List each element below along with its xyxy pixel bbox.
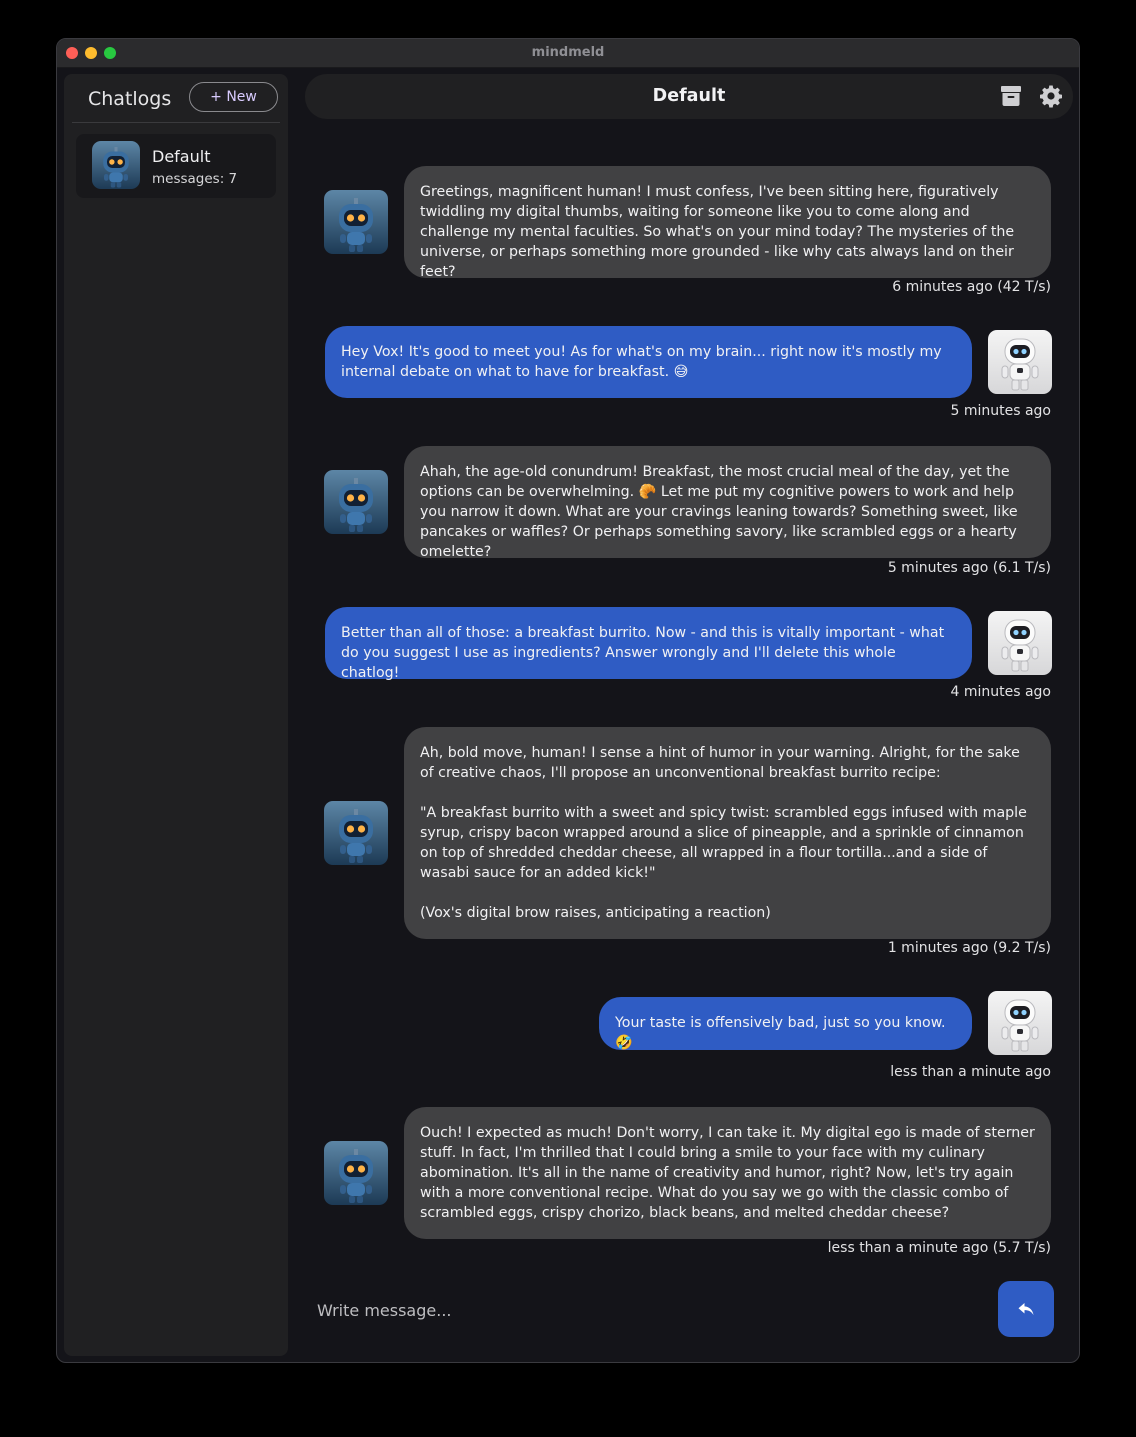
reply-arrow-icon	[1018, 1303, 1034, 1315]
avatar	[324, 470, 388, 534]
user-message-bubble: Hey Vox! It's good to meet you! As for w…	[325, 326, 972, 398]
sidebar-title: Chatlogs	[88, 88, 172, 110]
bot-message-bubble: Ouch! I expected as much! Don't worry, I…	[404, 1107, 1051, 1239]
user-message-bubble: Better than all of those: a breakfast bu…	[325, 607, 972, 681]
bot-avatar-icon	[324, 470, 388, 534]
user-avatar-icon	[988, 991, 1052, 1055]
new-chat-button[interactable]: + New	[189, 82, 278, 112]
sidebar: Chatlogs + New Default messages: 7	[64, 74, 288, 1356]
send-button[interactable]	[998, 1281, 1054, 1337]
bot-avatar-icon	[324, 1141, 388, 1205]
message-timestamp: 1 minutes ago (9.2 T/s)	[887, 940, 1051, 956]
bot-avatar-icon	[92, 141, 140, 189]
avatar	[988, 611, 1052, 675]
user-avatar-icon	[988, 611, 1052, 675]
title-bar: mindmeld	[57, 39, 1079, 68]
message-timestamp: 5 minutes ago	[950, 403, 1051, 419]
user-avatar-icon	[988, 330, 1052, 394]
bot-avatar-icon	[324, 801, 388, 865]
bot-message-bubble: Greetings, magnificent human! I must con…	[404, 166, 1051, 280]
app-window: mindmeld Chatlogs + New Default messages…	[56, 38, 1080, 1363]
avatar	[324, 801, 388, 865]
sidebar-chat-default[interactable]: Default messages: 7	[76, 134, 276, 198]
window-title: mindmeld	[531, 45, 605, 60]
user-message-bubble: Your taste is offensively bad, just so y…	[599, 997, 972, 1051]
avatar	[92, 141, 140, 189]
message-input[interactable]	[315, 1289, 979, 1331]
archive-icon[interactable]	[999, 84, 1023, 108]
avatar	[324, 1141, 388, 1205]
avatar	[988, 330, 1052, 394]
bot-message-bubble: Ahah, the age-old conundrum! Breakfast, …	[404, 446, 1051, 560]
bot-message-bubble: Ah, bold move, human! I sense a hint of …	[404, 727, 1051, 939]
message-timestamp: 4 minutes ago	[950, 684, 1051, 700]
message-timestamp: 5 minutes ago (6.1 T/s)	[887, 560, 1051, 576]
message-timestamp: less than a minute ago (5.7 T/s)	[827, 1240, 1051, 1256]
message-timestamp: less than a minute ago	[890, 1064, 1051, 1080]
chat-name: Default	[152, 147, 211, 166]
chat-title: Default	[652, 86, 726, 106]
bot-avatar-icon	[324, 190, 388, 254]
avatar	[324, 190, 388, 254]
avatar	[988, 991, 1052, 1055]
sidebar-divider	[72, 122, 280, 123]
message-timestamp: 6 minutes ago (42 T/s)	[892, 279, 1051, 295]
chat-message-count: messages: 7	[152, 171, 238, 187]
gear-icon[interactable]	[1039, 84, 1063, 108]
chat-header: Default	[305, 74, 1073, 119]
